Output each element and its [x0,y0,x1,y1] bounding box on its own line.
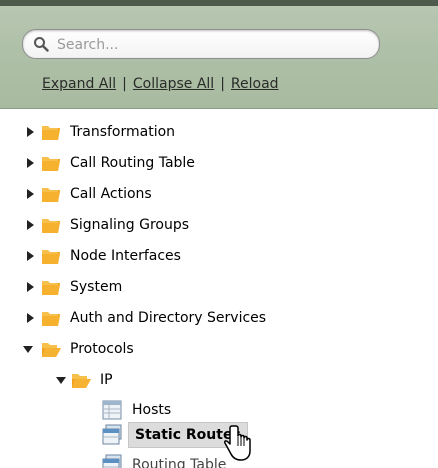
tree-item-ip[interactable]: IP [0,368,300,392]
tree-item-label: Routing Table [132,457,227,468]
tree-item-hosts[interactable]: Hosts [0,398,300,422]
collapse-all-link[interactable]: Collapse All [133,76,214,92]
expand-arrow-icon[interactable] [24,126,36,138]
open-folder-icon [72,374,91,388]
link-separator: | [220,76,225,92]
reload-link[interactable]: Reload [231,76,279,92]
search-box[interactable] [22,29,380,59]
tree-item-label: System [70,279,123,295]
expand-arrow-icon[interactable] [24,281,36,293]
multi-table-icon [102,424,122,445]
panel-header: Expand All | Collapse All | Reload [0,0,438,109]
search-input[interactable] [55,34,359,56]
folder-icon [42,157,60,171]
folder-icon [42,250,60,264]
expand-arrow-icon[interactable] [24,188,36,200]
folder-icon [42,281,60,295]
tree-item-label: Hosts [132,402,172,418]
multi-table-icon [102,454,122,468]
tree-actions: Expand All | Collapse All | Reload [42,76,279,92]
tree-item-label: Protocols [70,341,134,357]
tree-item-signaling-groups[interactable]: Signaling Groups [0,213,300,237]
collapse-arrow-icon[interactable] [22,343,34,355]
expand-arrow-icon[interactable] [24,312,36,324]
open-folder-icon [42,343,61,357]
expand-arrow-icon[interactable] [24,157,36,169]
tree-item-label: Call Routing Table [70,155,195,171]
expand-all-link[interactable]: Expand All [42,76,116,92]
collapse-arrow-icon[interactable] [55,374,67,386]
folder-icon [42,219,60,233]
tree-item-label: Signaling Groups [70,217,190,233]
search-icon [34,37,49,52]
hand-pointer-cursor-icon [224,425,251,461]
expand-arrow-icon[interactable] [24,219,36,231]
tree-item-auth-directory-services[interactable]: Auth and Directory Services [0,306,320,330]
tree-item-call-routing-table[interactable]: Call Routing Table [0,151,300,175]
tree-item-label: Call Actions [70,186,152,202]
link-separator: | [122,76,127,92]
tree-item-label: IP [100,372,113,388]
folder-icon [42,188,60,202]
tree-item-system[interactable]: System [0,275,300,299]
tree-item-label: Auth and Directory Services [70,310,267,326]
tree-item-node-interfaces[interactable]: Node Interfaces [0,244,300,268]
folder-icon [42,312,60,326]
navigation-tree: Transformation Call Routing Table Call A… [0,108,438,468]
tree-item-transformation[interactable]: Transformation [0,120,300,144]
tree-item-label: Transformation [70,124,176,140]
table-icon [102,400,122,420]
tree-item-label: Node Interfaces [70,248,181,264]
folder-icon [42,126,60,140]
expand-arrow-icon[interactable] [24,250,36,262]
tree-item-call-actions[interactable]: Call Actions [0,182,300,206]
navigation-panel: Expand All | Collapse All | Reload Transform… [0,0,438,468]
header-top-bar [0,0,438,6]
tree-item-protocols[interactable]: Protocols [0,337,300,361]
